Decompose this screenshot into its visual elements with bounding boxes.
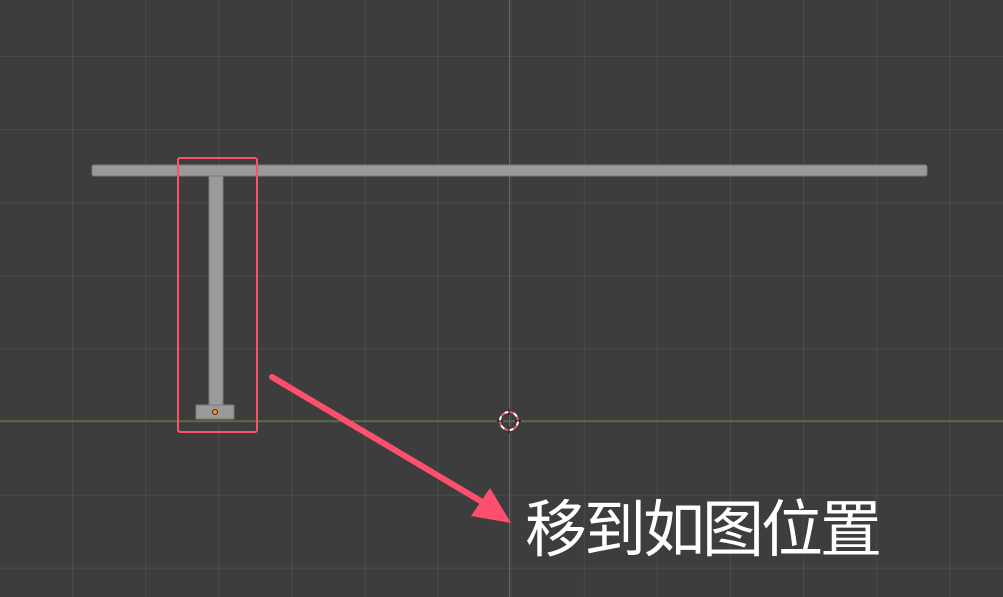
table-leg-mesh[interactable] <box>195 175 235 420</box>
annotation-label: 移到如图位置 <box>525 493 882 566</box>
table-top-mesh[interactable] <box>91 164 928 177</box>
object-origin-dot <box>211 408 218 415</box>
3d-viewport[interactable]: 移到如图位置 <box>0 0 1003 597</box>
table-leg-post[interactable] <box>208 175 224 406</box>
annotation-arrow <box>269 374 511 523</box>
